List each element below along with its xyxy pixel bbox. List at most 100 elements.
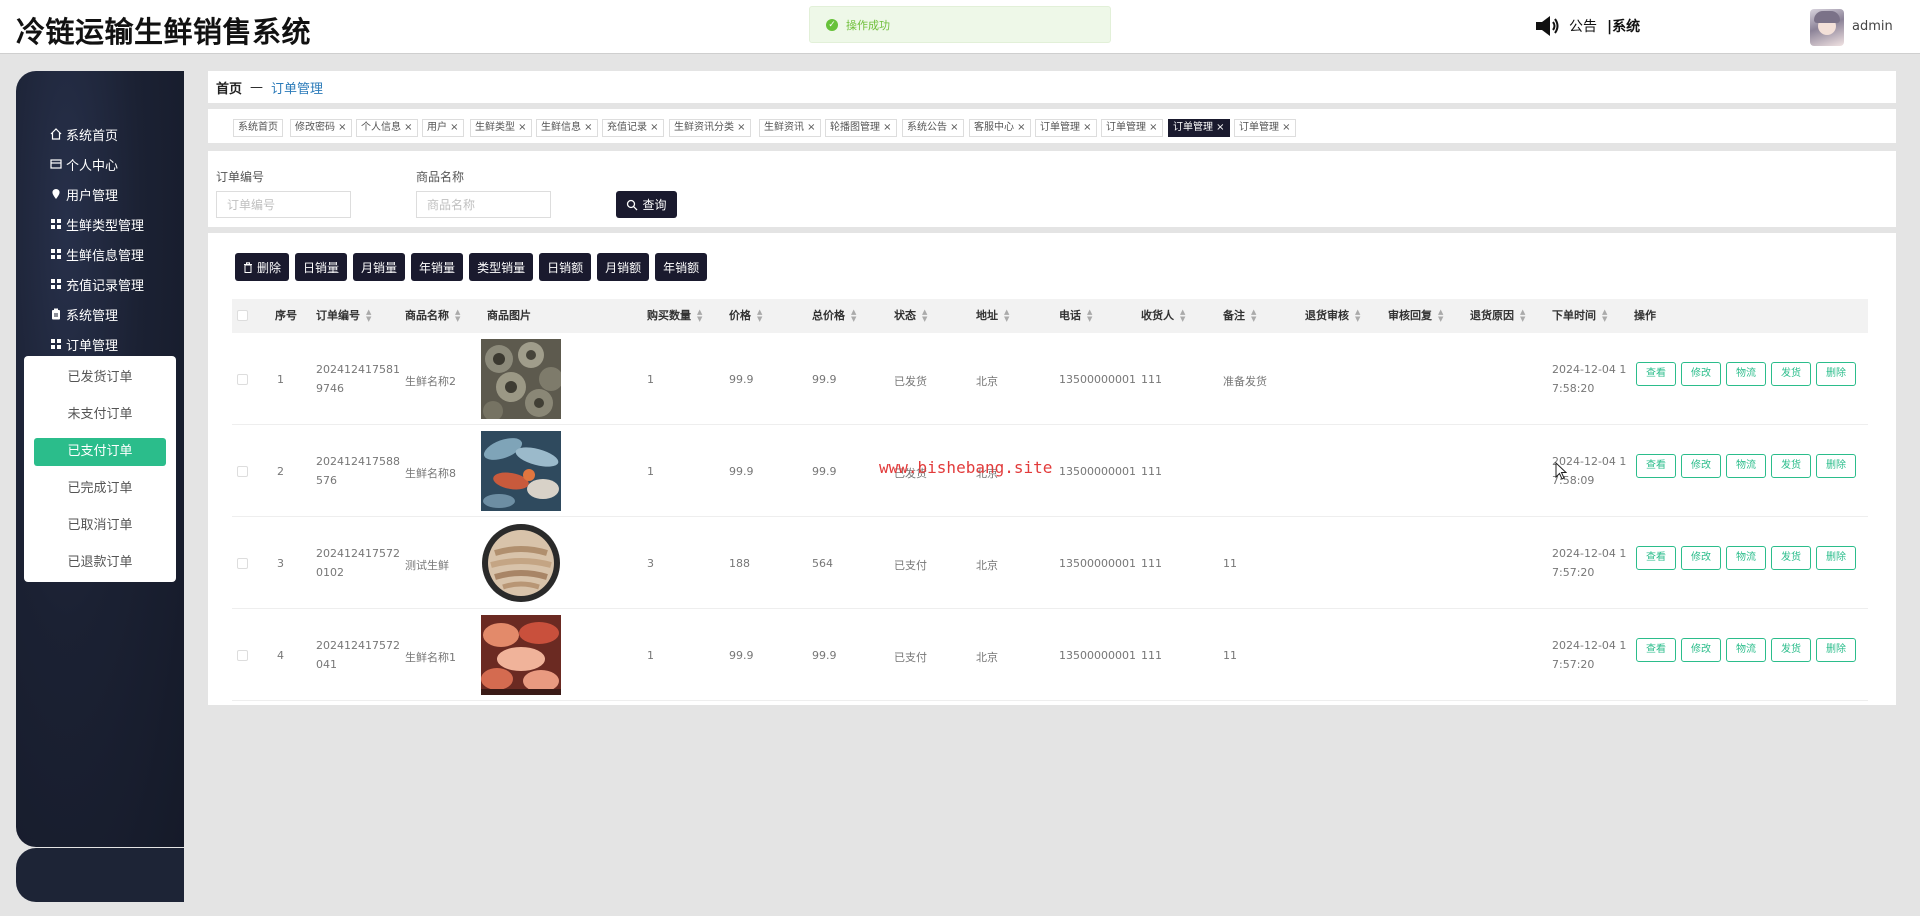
tag-item[interactable]: 用户 × (422, 119, 464, 137)
sidebar-item-fresh-types[interactable]: 生鲜类型管理 (50, 209, 144, 239)
col-quantity[interactable]: 购买数量 ▲ ▼ (647, 299, 702, 333)
tag-item[interactable]: 生鲜类型 × (470, 119, 532, 137)
view-button[interactable]: 查看 (1636, 454, 1676, 478)
submenu-refunded-orders[interactable]: 已退款订单 (34, 549, 166, 577)
ship-button[interactable]: 发货 (1771, 546, 1811, 570)
batch-delete-button[interactable]: 删除 (235, 253, 290, 281)
logistics-button[interactable]: 物流 (1726, 362, 1766, 386)
tag-item[interactable]: 订单管理 × (1234, 119, 1296, 137)
tag-item[interactable]: 生鲜资讯 × (759, 119, 821, 137)
daily-sales-volume-button[interactable]: 日销量 (295, 253, 348, 281)
view-button[interactable]: 查看 (1636, 546, 1676, 570)
submenu-unpaid-orders[interactable]: 未支付订单 (34, 401, 166, 429)
col-product-name[interactable]: 商品名称 ▲ ▼ (405, 299, 460, 333)
tag-item[interactable]: 修改密码 × (290, 119, 352, 137)
col-review-reply[interactable]: 审核回复 ▲ ▼ (1388, 299, 1443, 333)
row-checkbox[interactable] (237, 374, 248, 385)
cell-order-no: 202412417572 (316, 639, 400, 652)
col-receiver[interactable]: 收货人 ▲ ▼ (1141, 299, 1185, 333)
col-order-time[interactable]: 下单时间 ▲ ▼ (1552, 299, 1607, 333)
tag-item-active[interactable]: 订单管理 × (1168, 119, 1230, 137)
sidebar-item-label: 用户管理 (66, 188, 119, 204)
breadcrumb-home[interactable]: 首页 (216, 78, 242, 97)
logistics-button[interactable]: 物流 (1726, 546, 1766, 570)
cell-order-no: 202412417572 (316, 547, 400, 560)
tag-item[interactable]: 订单管理 × (1035, 119, 1097, 137)
submenu-cancelled-orders[interactable]: 已取消订单 (34, 512, 166, 540)
col-order-no[interactable]: 订单编号 ▲ ▼ (316, 299, 371, 333)
order-no-input[interactable] (216, 191, 351, 218)
sidebar-item-users[interactable]: 用户管理 (50, 179, 144, 209)
cell-order-no-cont: 0102 (316, 566, 344, 579)
tag-item[interactable]: 订单管理 × (1101, 119, 1163, 137)
product-image-shrimp-plate[interactable] (481, 523, 561, 603)
view-button[interactable]: 查看 (1636, 362, 1676, 386)
col-return-review[interactable]: 退货审核 ▲ ▼ (1305, 299, 1360, 333)
ship-button[interactable]: 发货 (1771, 454, 1811, 478)
type-sales-volume-button[interactable]: 类型销量 (469, 253, 534, 281)
col-address[interactable]: 地址 ▲ ▼ (976, 299, 1009, 333)
sidebar-item-recharge[interactable]: 充值记录管理 (50, 269, 144, 299)
row-checkbox[interactable] (237, 558, 248, 569)
sidebar-item-system[interactable]: 系统管理 (50, 299, 144, 329)
cell-order-time: 2024-12-04 1 (1552, 363, 1627, 376)
row-checkbox[interactable] (237, 650, 248, 661)
tag-item[interactable]: 充值记录 × (602, 119, 664, 137)
tag-item[interactable]: 系统首页 (233, 119, 283, 137)
sidebar-item-home[interactable]: 系统首页 (50, 119, 144, 149)
cell-quantity: 3 (647, 557, 654, 570)
logistics-button[interactable]: 物流 (1726, 638, 1766, 662)
avatar[interactable] (1810, 9, 1844, 46)
product-image-fish-fillet[interactable] (481, 615, 561, 695)
monthly-sales-amount-button[interactable]: 月销额 (597, 253, 650, 281)
delete-button[interactable]: 删除 (1816, 454, 1856, 478)
tag-item[interactable]: 客服中心 × (969, 119, 1031, 137)
delete-button[interactable]: 删除 (1816, 638, 1856, 662)
product-image-shellfish[interactable] (481, 339, 561, 419)
product-name-input[interactable] (416, 191, 551, 218)
col-phone[interactable]: 电话 ▲ ▼ (1059, 299, 1092, 333)
ship-button[interactable]: 发货 (1771, 362, 1811, 386)
submenu-shipped-orders[interactable]: 已发货订单 (34, 364, 166, 392)
select-all-checkbox[interactable] (237, 310, 248, 321)
col-price[interactable]: 价格 ▲ ▼ (729, 299, 762, 333)
product-image-seafood[interactable] (481, 431, 561, 511)
tag-item[interactable]: 轮播图管理 × (825, 119, 897, 137)
col-total-price[interactable]: 总价格 ▲ ▼ (812, 299, 856, 333)
col-remark[interactable]: 备注 ▲ ▼ (1223, 299, 1256, 333)
edit-button[interactable]: 修改 (1681, 638, 1721, 662)
row-checkbox[interactable] (237, 466, 248, 477)
sidebar-item-orders[interactable]: 订单管理 (50, 329, 144, 359)
submenu-paid-orders[interactable]: 已支付订单 (34, 438, 166, 466)
cell-order-time: 2024-12-04 1 (1552, 547, 1627, 560)
logistics-button[interactable]: 物流 (1726, 454, 1766, 478)
col-status[interactable]: 状态 ▲ ▼ (894, 299, 927, 333)
cell-receiver: 111 (1141, 649, 1162, 662)
query-button[interactable]: 查询 (616, 191, 677, 218)
edit-button[interactable]: 修改 (1681, 454, 1721, 478)
submenu-completed-orders[interactable]: 已完成订单 (34, 475, 166, 503)
sidebar-item-profile[interactable]: 个人中心 (50, 149, 144, 179)
daily-sales-amount-button[interactable]: 日销额 (539, 253, 592, 281)
username[interactable]: admin (1852, 19, 1893, 34)
sort-icon: ▲ ▼ (1602, 308, 1608, 323)
ship-button[interactable]: 发货 (1771, 638, 1811, 662)
delete-button[interactable]: 删除 (1816, 362, 1856, 386)
yearly-sales-volume-button[interactable]: 年销量 (411, 253, 464, 281)
cell-remark: 11 (1223, 557, 1237, 570)
tag-item[interactable]: 系统公告 × (902, 119, 964, 137)
tag-item[interactable]: 个人信息 × (356, 119, 418, 137)
edit-button[interactable]: 修改 (1681, 546, 1721, 570)
view-button[interactable]: 查看 (1636, 638, 1676, 662)
cell-quantity: 1 (647, 465, 654, 478)
tag-item[interactable]: 生鲜信息 × (536, 119, 598, 137)
sidebar-item-fresh-info[interactable]: 生鲜信息管理 (50, 239, 144, 269)
yearly-sales-amount-button[interactable]: 年销额 (655, 253, 708, 281)
monthly-sales-volume-button[interactable]: 月销量 (353, 253, 406, 281)
tag-item[interactable]: 生鲜资讯分类 × (669, 119, 751, 137)
delete-button[interactable]: 删除 (1816, 546, 1856, 570)
col-return-reason[interactable]: 退货原因 ▲ ▼ (1470, 299, 1525, 333)
edit-button[interactable]: 修改 (1681, 362, 1721, 386)
announcement-link[interactable]: 公告 |系统 (1535, 15, 1640, 37)
cell-index: 1 (277, 373, 284, 386)
